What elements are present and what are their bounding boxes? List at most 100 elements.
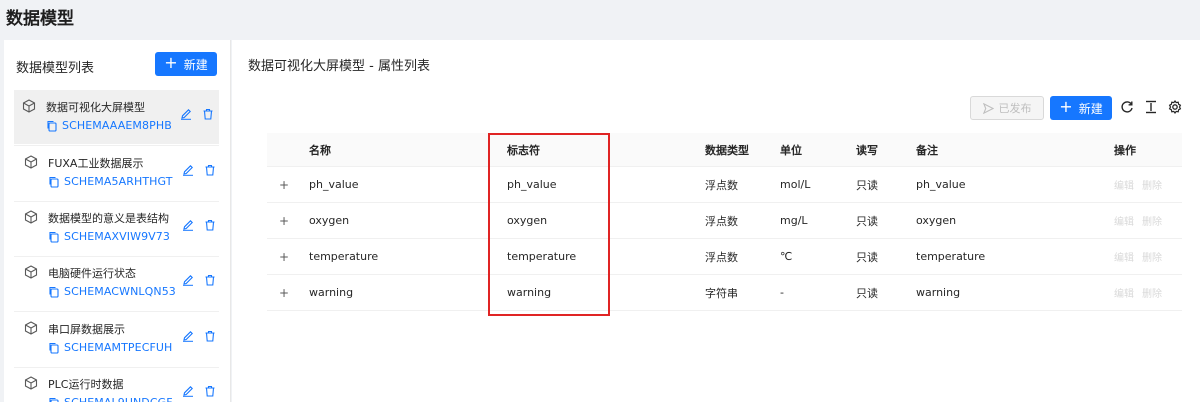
- cell-rw: 只读: [856, 286, 878, 300]
- cell-datatype: 浮点数: [705, 250, 738, 264]
- delete-icon[interactable]: [204, 219, 216, 231]
- expand-row-icon[interactable]: +: [279, 167, 289, 202]
- copy-icon[interactable]: [48, 397, 60, 402]
- delete-icon[interactable]: [204, 330, 216, 342]
- edit-link[interactable]: 编辑: [1114, 249, 1134, 264]
- edit-icon[interactable]: [182, 219, 194, 231]
- edit-icon[interactable]: [182, 330, 194, 342]
- cell-unit: mg/L: [780, 214, 808, 227]
- cell-name: oxygen: [309, 214, 350, 227]
- model-code: SCHEMACWNLQN53: [64, 285, 176, 298]
- cell-ops: 编辑 删除: [1114, 239, 1170, 274]
- model-list-item[interactable]: 电脑硬件运行状态 SCHEMACWNLQN53: [16, 256, 218, 310]
- edit-icon[interactable]: [182, 385, 194, 397]
- model-list-title: 数据模型列表: [16, 61, 95, 76]
- column-header-ops: 操作: [1114, 143, 1136, 157]
- model-list-item[interactable]: 串口屏数据展示 SCHEMAMTPECFUH: [16, 312, 218, 366]
- cell-rw: 只读: [856, 214, 878, 228]
- cell-unit: ℃: [780, 250, 793, 263]
- plus-icon: +: [164, 53, 178, 72]
- copy-icon[interactable]: [48, 286, 60, 298]
- cell-unit: -: [780, 286, 784, 299]
- cell-name: ph_value: [309, 178, 359, 191]
- model-name: FUXA工业数据展示: [48, 157, 144, 170]
- edit-link[interactable]: 编辑: [1114, 213, 1134, 228]
- cube-icon: [22, 99, 36, 113]
- model-list-item[interactable]: PLC运行时数据 SCHEMAL9UNDCGF: [16, 367, 218, 402]
- published-button[interactable]: 已发布: [970, 96, 1044, 120]
- model-name: 数据可视化大屏模型: [46, 101, 145, 114]
- column-header-datatype: 数据类型: [705, 143, 749, 157]
- delete-icon[interactable]: [204, 274, 216, 286]
- cell-name: warning: [309, 286, 354, 299]
- cell-ops: 编辑 删除: [1114, 203, 1170, 238]
- edit-link[interactable]: 编辑: [1114, 285, 1134, 300]
- column-header-unit: 单位: [780, 143, 802, 157]
- cube-icon: [24, 376, 38, 390]
- plus-icon: +: [1059, 97, 1073, 116]
- page-title: 数据模型: [6, 9, 74, 29]
- gear-icon[interactable]: [1168, 100, 1182, 114]
- cell-identifier: oxygen: [507, 214, 548, 227]
- cell-identifier: temperature: [507, 250, 577, 263]
- cell-unit: mol/L: [780, 178, 811, 191]
- table-row: + oxygen oxygen 浮点数 mg/L 只读 oxygen 编辑 删除: [267, 203, 1182, 239]
- edit-icon[interactable]: [182, 164, 194, 176]
- column-header-rw: 读写: [856, 143, 878, 157]
- model-code: SCHEMAXVIW9V73: [64, 230, 171, 243]
- attribute-panel: 数据可视化大屏模型 - 属性列表 已发布 + 新建 名称 标志符 数据类型 单位…: [232, 40, 1200, 402]
- edit-icon[interactable]: [182, 274, 194, 286]
- expand-row-icon[interactable]: +: [279, 275, 289, 310]
- model-code: SCHEMAAAEM8PHB: [62, 119, 172, 132]
- new-model-button[interactable]: + 新建: [155, 52, 217, 76]
- delete-link[interactable]: 删除: [1142, 249, 1162, 264]
- cell-rw: 只读: [856, 178, 878, 192]
- model-name: PLC运行时数据: [48, 378, 124, 391]
- copy-icon[interactable]: [48, 176, 60, 188]
- edit-link[interactable]: 编辑: [1114, 177, 1134, 192]
- table-row: + warning warning 字符串 - 只读 warning 编辑 删除: [267, 275, 1182, 311]
- column-height-icon[interactable]: [1144, 100, 1158, 114]
- delete-icon[interactable]: [202, 108, 214, 120]
- model-list-item[interactable]: FUXA工业数据展示 SCHEMA5ARHTHGT: [16, 146, 218, 200]
- copy-icon[interactable]: [48, 231, 60, 243]
- model-code: SCHEMAMTPECFUH: [64, 341, 173, 354]
- cube-icon: [24, 265, 38, 279]
- model-code: SCHEMAL9UNDCGF: [64, 396, 173, 402]
- cell-datatype: 浮点数: [705, 178, 738, 192]
- expand-row-icon[interactable]: +: [279, 239, 289, 274]
- cell-name: temperature: [309, 250, 379, 263]
- edit-icon[interactable]: [180, 108, 192, 120]
- send-icon: [982, 102, 994, 114]
- cube-icon: [24, 210, 38, 224]
- model-name: 串口屏数据展示: [48, 323, 125, 336]
- cell-identifier: ph_value: [507, 178, 557, 191]
- model-list-item[interactable]: 数据模型的意义是表结构 SCHEMAXVIW9V73: [16, 201, 218, 255]
- model-name: 数据模型的意义是表结构: [48, 212, 169, 225]
- new-attribute-button[interactable]: + 新建: [1050, 96, 1112, 120]
- delete-link[interactable]: 删除: [1142, 285, 1162, 300]
- model-code: SCHEMA5ARHTHGT: [64, 175, 173, 188]
- model-list-item[interactable]: 数据可视化大屏模型 SCHEMAAAEM8PHB: [14, 90, 219, 144]
- copy-icon[interactable]: [46, 120, 58, 132]
- delete-link[interactable]: 删除: [1142, 177, 1162, 192]
- cell-remark: ph_value: [916, 178, 966, 191]
- column-header-name: 名称: [309, 143, 331, 157]
- cell-ops: 编辑 删除: [1114, 167, 1170, 202]
- cell-ops: 编辑 删除: [1114, 275, 1170, 310]
- cell-remark: warning: [916, 286, 961, 299]
- refresh-icon[interactable]: [1120, 100, 1134, 114]
- expand-row-icon[interactable]: +: [279, 203, 289, 238]
- cell-datatype: 浮点数: [705, 214, 738, 228]
- delete-link[interactable]: 删除: [1142, 213, 1162, 228]
- new-attribute-label: 新建: [1078, 101, 1103, 116]
- column-header-remark: 备注: [916, 143, 938, 157]
- copy-icon[interactable]: [48, 342, 60, 354]
- cell-remark: oxygen: [916, 214, 957, 227]
- delete-icon[interactable]: [204, 385, 216, 397]
- delete-icon[interactable]: [204, 164, 216, 176]
- column-header-identifier: 标志符: [507, 143, 540, 157]
- attribute-list-title: 数据可视化大屏模型 - 属性列表: [248, 59, 430, 74]
- new-model-label: 新建: [183, 57, 208, 72]
- attribute-table: 名称 标志符 数据类型 单位 读写 备注 操作 + ph_value ph_valu…: [267, 133, 1182, 311]
